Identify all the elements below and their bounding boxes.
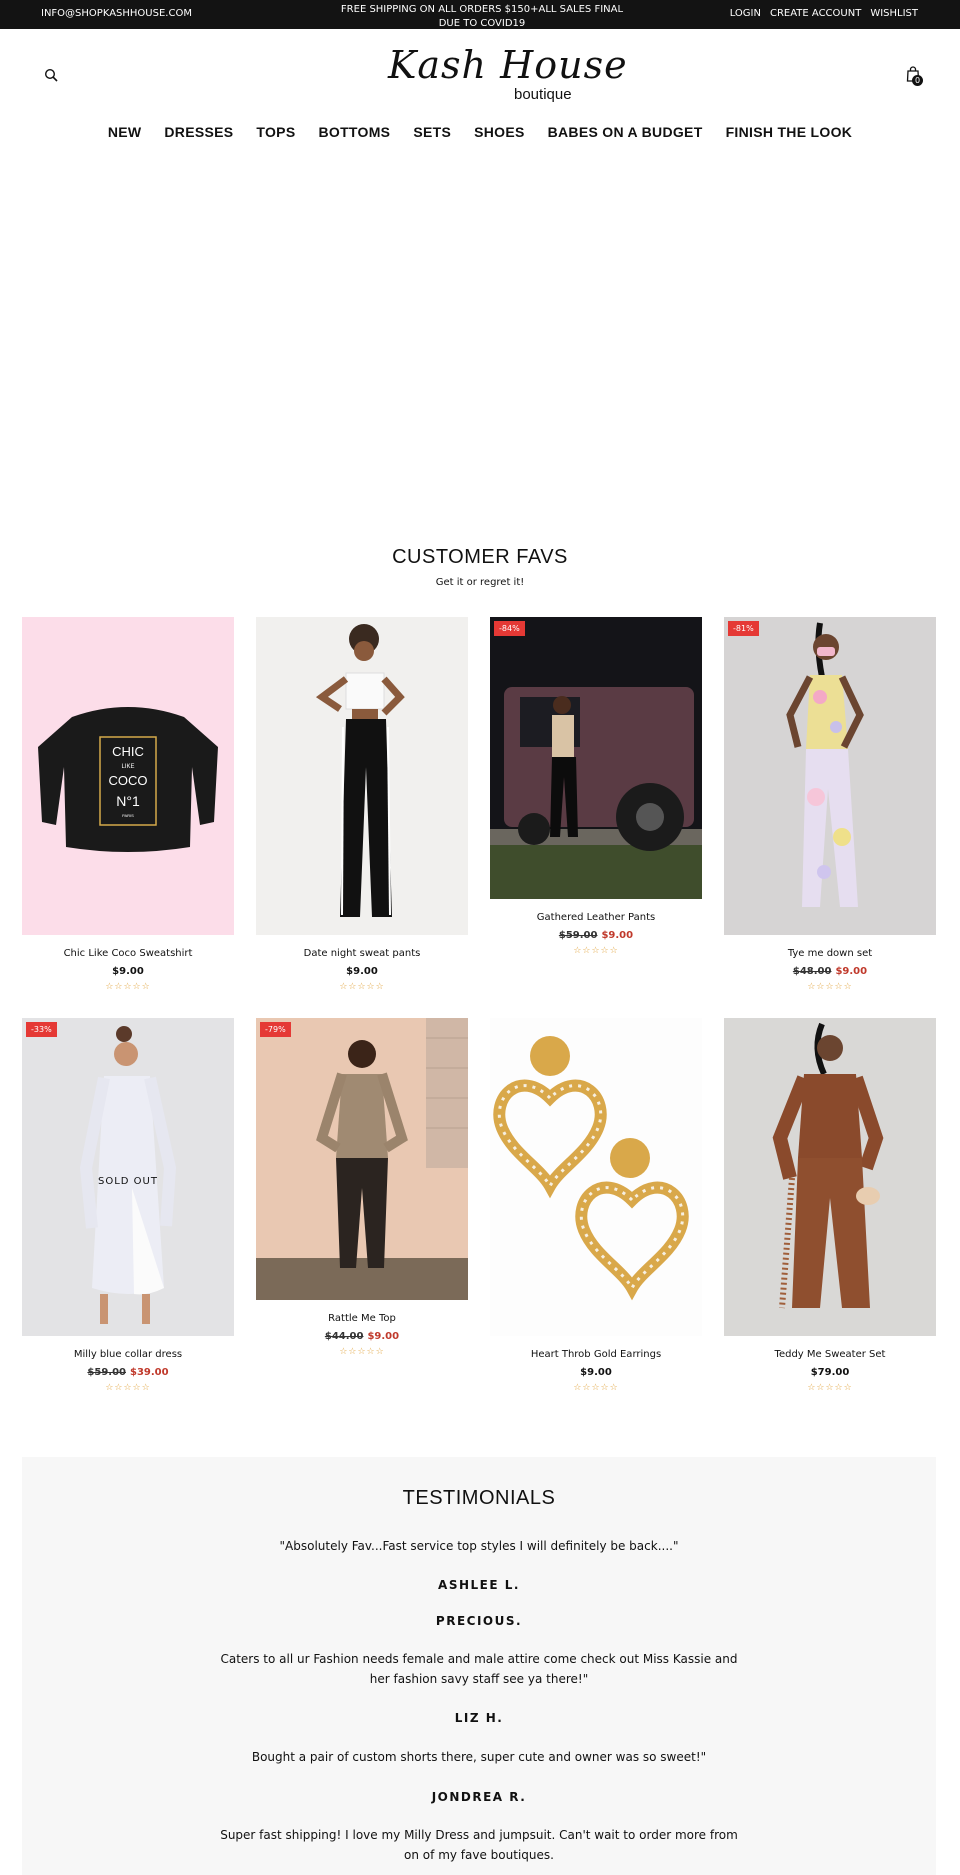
product-rating: ☆☆☆☆☆ <box>573 1383 619 1393</box>
testimonials-title: TESTIMONIALS <box>402 1487 556 1509</box>
original-price: $59.00 <box>558 930 598 941</box>
cart-button[interactable]: 0 <box>906 66 923 86</box>
create-account-link[interactable]: CREATE ACCOUNT <box>770 8 861 19</box>
product-card[interactable]: Date night sweat pants $9.00 ☆☆☆☆☆ <box>256 617 468 992</box>
product-price: $9.00 <box>346 966 378 977</box>
promo-text: FREE SHIPPING ON ALL ORDERS $150+ALL SAL… <box>340 4 624 29</box>
contact-email-link[interactable]: INFO@SHOPKASHHOUSE.COM <box>41 8 192 19</box>
announcement-bar: INFO@SHOPKASHHOUSE.COM FREE SHIPPING ON … <box>0 0 960 29</box>
testimonial-author: LIZ H. <box>454 1711 504 1725</box>
product-name[interactable]: Heart Throb Gold Earrings <box>490 1349 702 1360</box>
nav-item-bottoms[interactable]: BOTTOMS <box>318 124 390 140</box>
product-price: $59.00 $9.00 <box>490 930 702 941</box>
product-rating: ☆☆☆☆☆ <box>807 1383 853 1393</box>
product-price: $44.00 $9.00 <box>256 1331 468 1342</box>
product-image[interactable] <box>490 1018 702 1336</box>
testimonial-quote: "Absolutely Fav...Fast service top style… <box>279 1539 679 1553</box>
hero-banner <box>0 160 960 520</box>
testimonial-author: PRECIOUS. <box>435 1614 523 1628</box>
product-card[interactable]: CHIC LIKE COCO N°1 PARIS Chic Like Coco … <box>22 617 234 992</box>
product-price: $59.00 $39.00 <box>22 1367 234 1378</box>
logo-script: Kash House <box>388 43 628 87</box>
site-logo[interactable]: Kash House boutique <box>380 43 627 103</box>
product-image[interactable]: -79% <box>256 1018 468 1300</box>
product-card[interactable]: -33% SOLD OUT Milly blue collar dress $5… <box>22 1018 234 1393</box>
testimonial-author: JONDREA R. <box>431 1790 527 1804</box>
product-name[interactable]: Teddy Me Sweater Set <box>724 1349 936 1360</box>
product-name[interactable]: Date night sweat pants <box>256 948 468 959</box>
sale-price: $9.00 <box>601 930 634 941</box>
original-price: $48.00 <box>792 966 832 977</box>
sale-price: $39.00 <box>130 1367 169 1378</box>
product-price: $9.00 <box>112 966 144 977</box>
product-name[interactable]: Tye me down set <box>724 948 936 959</box>
product-name[interactable]: Rattle Me Top <box>256 1313 468 1324</box>
product-name[interactable]: Milly blue collar dress <box>22 1349 234 1360</box>
nav-item-sets[interactable]: SETS <box>413 124 451 140</box>
product-rating: ☆☆☆☆☆ <box>105 982 151 992</box>
product-rating: ☆☆☆☆☆ <box>339 1347 385 1357</box>
search-icon[interactable] <box>44 68 58 82</box>
logo-subtitle: boutique <box>514 86 572 103</box>
nav-item-tops[interactable]: TOPS <box>256 124 295 140</box>
account-links: LOGIN CREATE ACCOUNT WISHLIST <box>730 8 918 19</box>
product-card[interactable]: Heart Throb Gold Earrings $9.00 ☆☆☆☆☆ <box>490 1018 702 1393</box>
section-subtitle: Get it or regret it! <box>435 577 525 588</box>
product-price: $48.00 $9.00 <box>724 966 936 977</box>
product-rating: ☆☆☆☆☆ <box>105 1383 151 1393</box>
sweatshirt-text-2: LIKE <box>121 764 134 770</box>
original-price: $59.00 <box>87 1367 126 1378</box>
login-link[interactable]: LOGIN <box>730 8 761 19</box>
product-image[interactable]: -81% <box>724 617 936 935</box>
discount-badge: -79% <box>260 1022 291 1037</box>
nav-item-babes-on-a-budget[interactable]: BABES ON A BUDGET <box>548 124 703 140</box>
testimonials-section: TESTIMONIALS "Absolutely Fav...Fast serv… <box>22 1457 936 1875</box>
discount-badge: -84% <box>494 621 525 636</box>
nav-item-shoes[interactable]: SHOES <box>474 124 525 140</box>
sale-price: $9.00 <box>835 966 868 977</box>
sweatshirt-text-3: COCO <box>109 773 148 788</box>
product-name[interactable]: Chic Like Coco Sweatshirt <box>22 948 234 959</box>
testimonial-quote: Bought a pair of custom shorts there, su… <box>251 1750 707 1764</box>
discount-badge: -33% <box>26 1022 57 1037</box>
sweatshirt-text-1: CHIC <box>112 744 144 759</box>
product-image[interactable] <box>256 617 468 935</box>
section-title: CUSTOMER FAVS <box>392 546 568 568</box>
cart-count-badge: 0 <box>912 75 923 86</box>
sale-price: $9.00 <box>367 1331 400 1342</box>
discount-badge: -81% <box>728 621 759 636</box>
product-rating: ☆☆☆☆☆ <box>807 982 853 992</box>
product-price: $9.00 <box>580 1367 612 1378</box>
nav-item-dresses[interactable]: DRESSES <box>164 124 233 140</box>
testimonial-quote: Super fast shipping! I love my Milly Dre… <box>220 1828 738 1862</box>
product-rating: ☆☆☆☆☆ <box>573 946 619 956</box>
product-price: $79.00 <box>810 1367 850 1378</box>
product-card[interactable]: Teddy Me Sweater Set $79.00 ☆☆☆☆☆ <box>724 1018 936 1393</box>
original-price: $44.00 <box>324 1331 364 1342</box>
product-image[interactable]: CHIC LIKE COCO N°1 PARIS <box>22 617 234 935</box>
testimonial-quote: Caters to all ur Fashion needs female an… <box>220 1652 738 1686</box>
nav-item-finish-the-look[interactable]: FINISH THE LOOK <box>726 124 853 140</box>
product-card[interactable]: -79% Rattle Me Top $44.00 $9.00 ☆☆☆☆☆ <box>256 1018 468 1357</box>
product-name[interactable]: Gathered Leather Pants <box>490 912 702 923</box>
wishlist-link[interactable]: WISHLIST <box>870 8 918 19</box>
product-card[interactable]: -81% Tye me down set $48.00 $9.00 ☆☆☆☆☆ <box>724 617 936 992</box>
product-card[interactable]: -84% Gathered Leather Pants $59.00 $9.00 … <box>490 617 702 956</box>
sold-out-label: SOLD OUT <box>98 1176 158 1187</box>
product-image[interactable]: -33% SOLD OUT <box>22 1018 234 1336</box>
testimonial-author: ASHLEE L. <box>438 1578 520 1592</box>
nav-item-new[interactable]: NEW <box>108 124 142 140</box>
main-nav: NEW DRESSES TOPS BOTTOMS SETS SHOES BABE… <box>0 124 960 140</box>
product-image[interactable]: -84% <box>490 617 702 899</box>
product-rating: ☆☆☆☆☆ <box>339 982 385 992</box>
sweatshirt-text-4: N°1 <box>116 793 140 809</box>
sweatshirt-text-5: PARIS <box>122 813 134 818</box>
product-image[interactable] <box>724 1018 936 1336</box>
